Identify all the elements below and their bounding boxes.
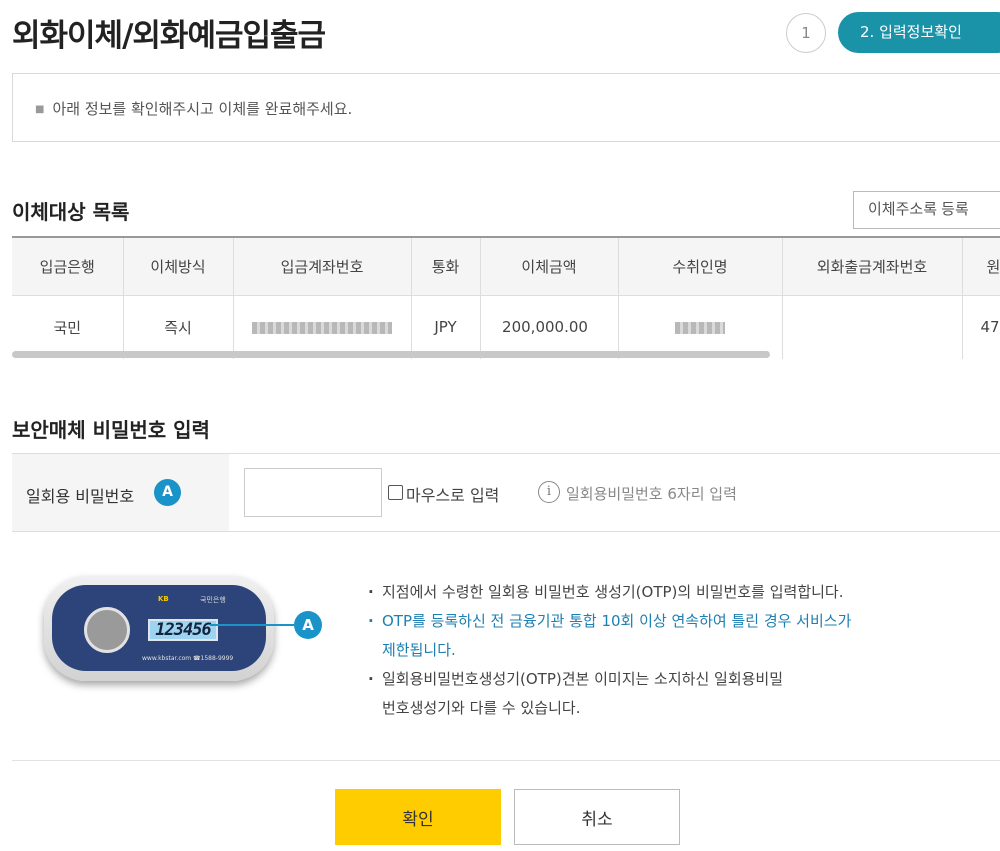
otp-device-image: KB 국민은행 123456 www.kbstar.com ☎1588-9999 [44, 576, 274, 681]
device-display: 123456 [148, 619, 218, 641]
column-header: 원 [961, 238, 1000, 296]
cell-currency: JPY [410, 295, 480, 359]
column-header: 수취인명 [617, 238, 782, 296]
transfer-table: 입금은행 이체방식 입금계좌번호 통화 이체금액 수취인명 외화출금계좌번호 원… [12, 238, 1000, 359]
column-header: 이체방식 [122, 238, 233, 296]
otp-label-cell: 일회용 비밀번호 A [12, 454, 229, 531]
cell-extra: 47 [961, 295, 1000, 359]
a-badge-icon: A [154, 479, 181, 506]
cell-amount: 200,000.00 [479, 295, 618, 359]
step-1-indicator: 1 [786, 13, 826, 53]
otp-device-face: KB 국민은행 123456 www.kbstar.com ☎1588-9999 [52, 585, 266, 671]
cancel-button[interactable]: 취소 [514, 789, 680, 845]
column-header: 이체금액 [479, 238, 618, 296]
checkbox-icon[interactable] [388, 485, 403, 500]
transfer-table-container[interactable]: 입금은행 이체방식 입금계좌번호 통화 이체금액 수취인명 외화출금계좌번호 원… [12, 236, 1000, 359]
device-button-icon [84, 607, 130, 653]
bullet-icon: ■ [35, 104, 45, 115]
info-circle-icon: i [538, 481, 560, 503]
column-header: 외화출금계좌번호 [781, 238, 962, 296]
guide-item: 지점에서 수령한 일회용 비밀번호 생성기(OTP)의 비밀번호를 입력합니다. [366, 578, 986, 607]
cell-method: 즉시 [122, 295, 233, 359]
otp-input-row: 일회용 비밀번호 A 마우스로 입력 i 일회용비밀번호 6자리 입력 [12, 453, 1000, 532]
divider [12, 760, 1000, 761]
cell-bank: 국민 [12, 295, 123, 359]
guide-item: 일회용비밀번호생성기(OTP)견본 이미지는 소지하신 일회용비밀번호생성기와 … [366, 665, 786, 723]
table-horizontal-scrollbar[interactable] [12, 351, 770, 358]
page-title: 외화이체/외화예금입출금 [12, 18, 326, 54]
mouse-input-label[interactable]: 마우스로 입력 [406, 482, 499, 506]
step-2-indicator: 2. 입력정보확인 [838, 12, 1000, 53]
register-address-book-button[interactable]: 이체주소록 등록 [853, 191, 1000, 229]
guide-item-warning: OTP를 등록하신 전 금융기관 통합 10회 이상 연속하여 틀린 경우 서비… [366, 607, 866, 665]
device-bank-name: 국민은행 [200, 596, 226, 604]
device-url: www.kbstar.com ☎1588-9999 [142, 655, 234, 662]
cell-account [232, 295, 411, 359]
a-pointer-badge-icon: A [294, 611, 322, 639]
table-header-row: 입금은행 이체방식 입금계좌번호 통화 이체금액 수취인명 외화출금계좌번호 원 [12, 238, 1000, 296]
cell-recipient [617, 295, 782, 359]
device-logo: KB [158, 595, 169, 603]
notice-text: ■ 아래 정보를 확인해주시고 이체를 완료해주세요. [35, 98, 352, 119]
column-header: 입금은행 [12, 238, 123, 296]
redacted-account [252, 321, 392, 334]
security-title: 보안매체 비밀번호 입력 [12, 418, 210, 442]
notice-box: ■ 아래 정보를 확인해주시고 이체를 완료해주세요. [12, 73, 1000, 142]
pointer-line [210, 624, 294, 626]
table-row: 국민 즉시 JPY 200,000.00 47 [12, 295, 1000, 359]
confirm-button[interactable]: 확인 [335, 789, 501, 845]
transfer-list-title: 이체대상 목록 [12, 200, 130, 224]
cell-withdraw-account [781, 295, 962, 359]
column-header: 입금계좌번호 [232, 238, 411, 296]
notice-message: 아래 정보를 확인해주시고 이체를 완료해주세요. [52, 100, 353, 118]
column-header: 통화 [410, 238, 480, 296]
otp-guide: 지점에서 수령한 일회용 비밀번호 생성기(OTP)의 비밀번호를 입력합니다.… [366, 578, 986, 723]
otp-hint: 일회용비밀번호 6자리 입력 [566, 485, 737, 503]
otp-password-input[interactable] [244, 468, 382, 517]
otp-label: 일회용 비밀번호 [26, 487, 135, 506]
redacted-recipient [675, 321, 725, 334]
